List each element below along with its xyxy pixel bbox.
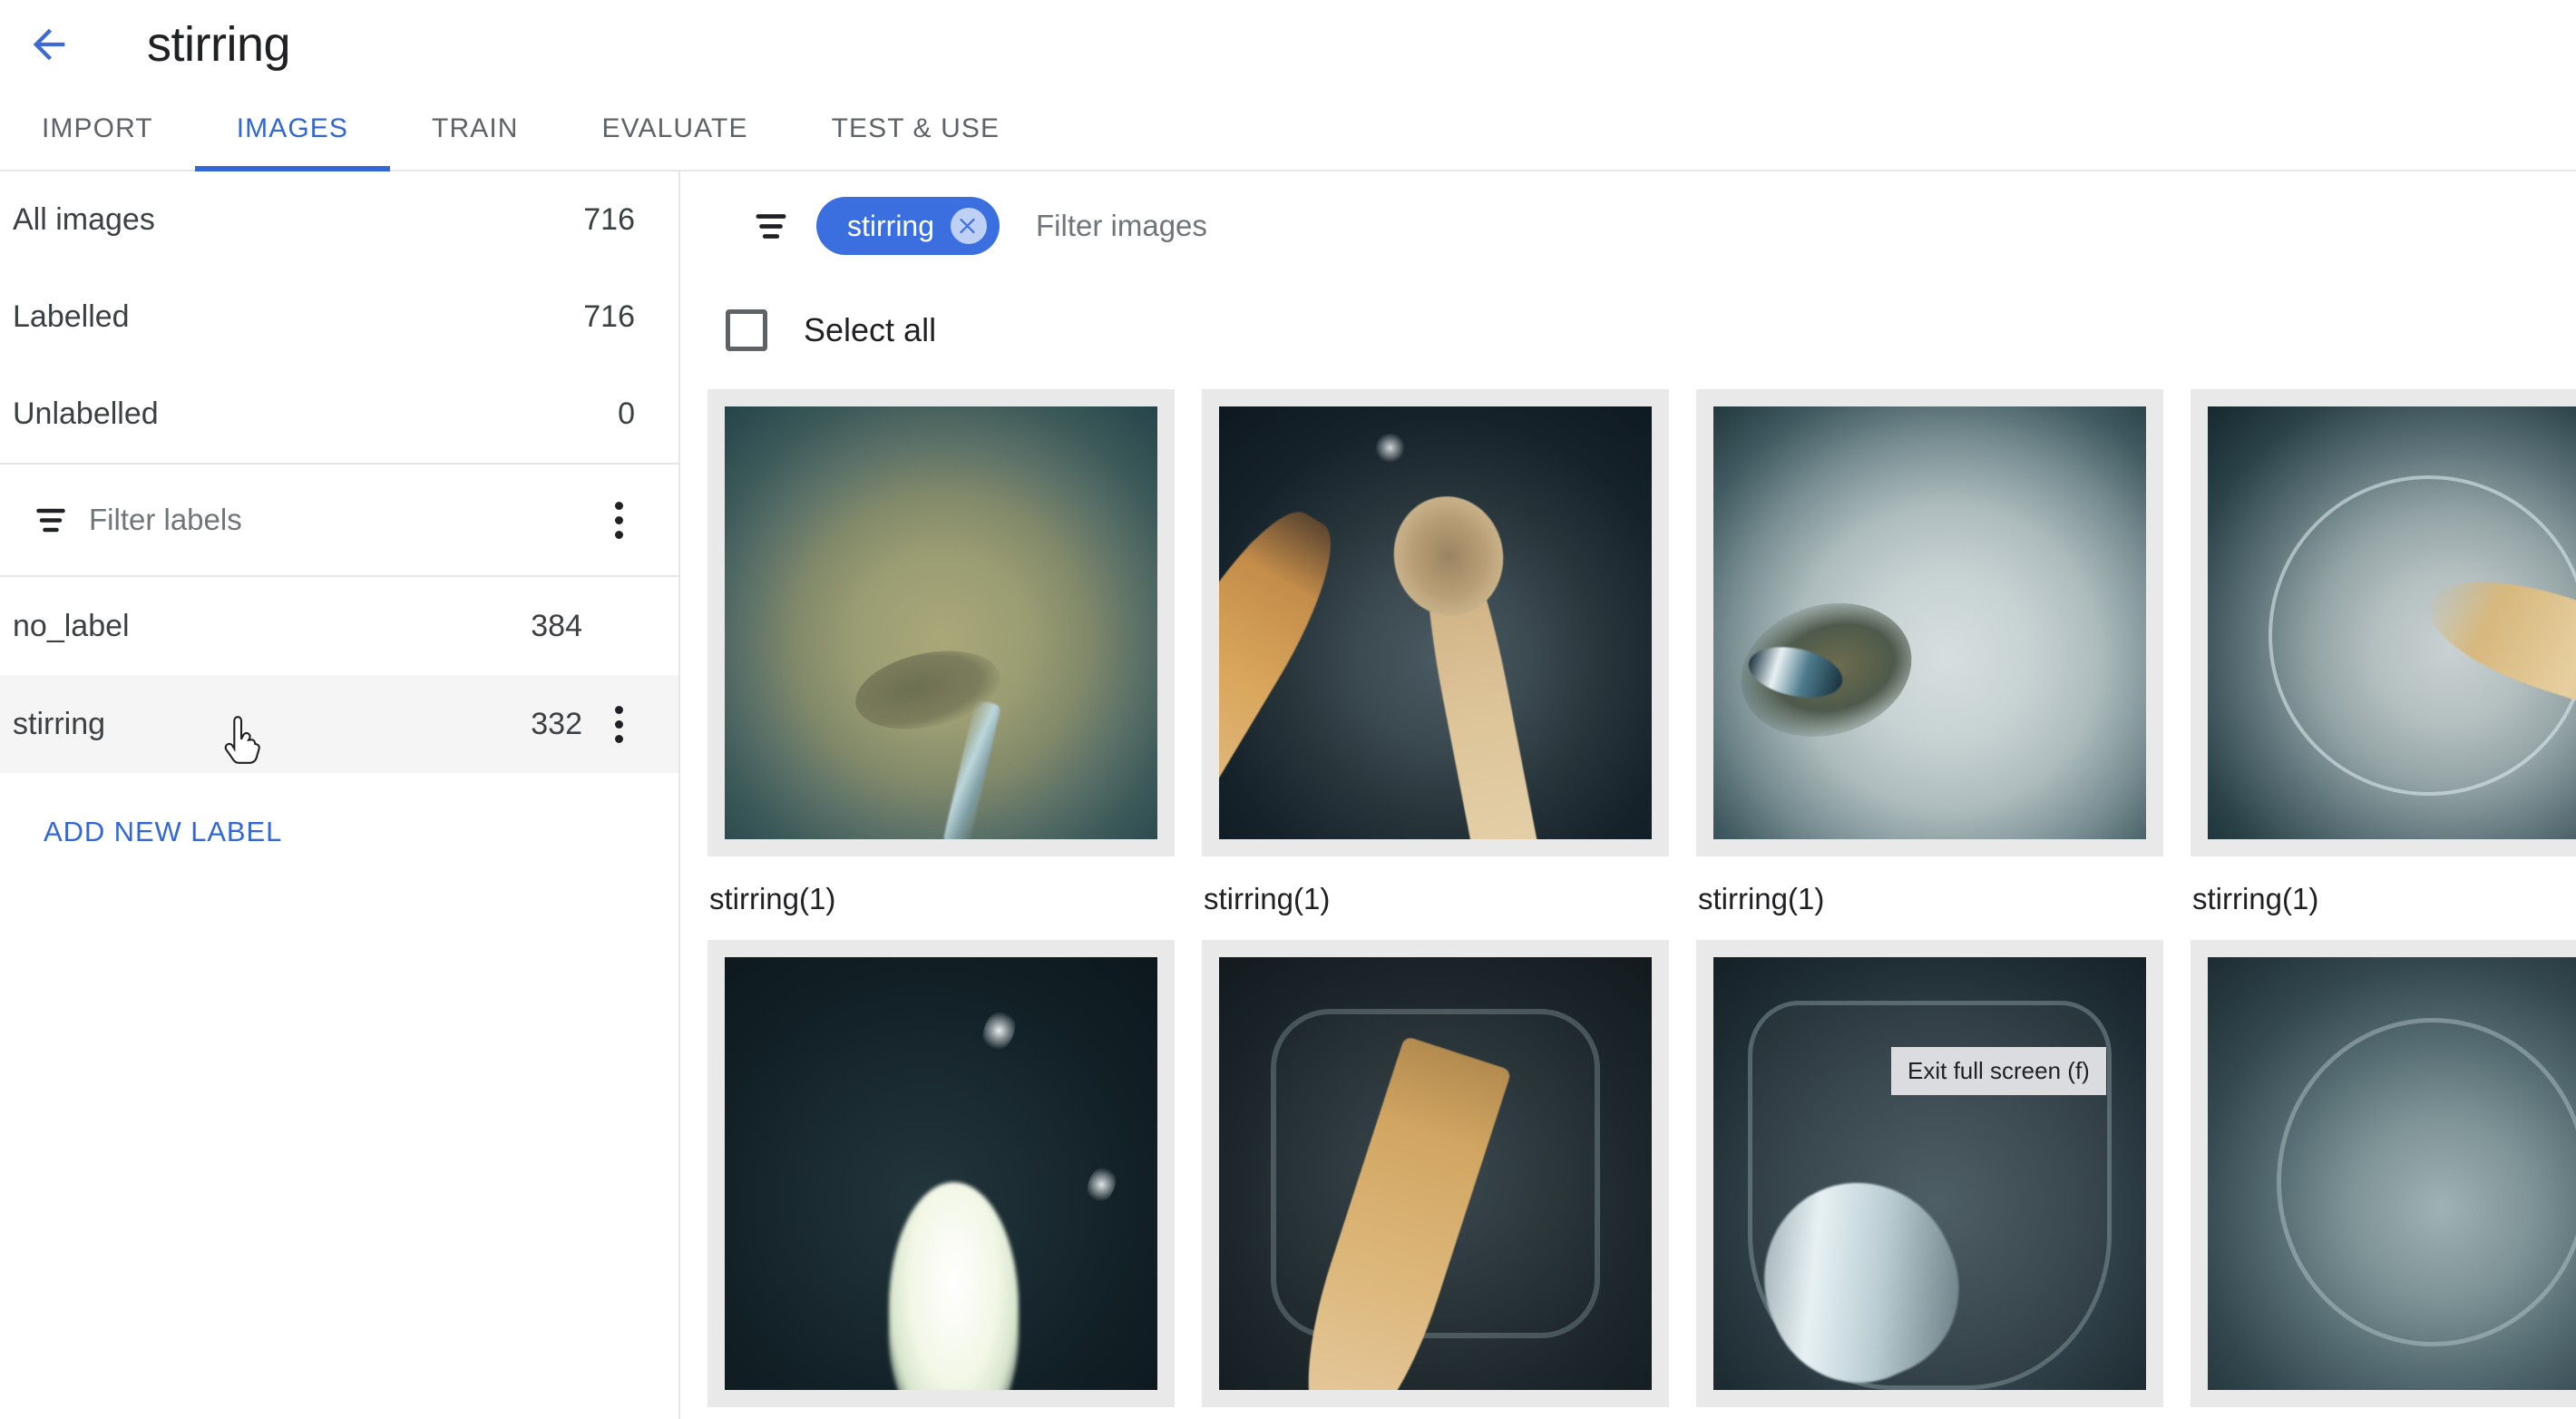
tab-images[interactable]: IMAGES [194,88,391,171]
image-thumbnail[interactable] [1202,940,1669,1407]
main-content: stirring Select all s [680,171,2576,1419]
image-thumbnail[interactable]: Exit full screen (f) [1696,940,2163,1407]
more-vert-icon [614,734,623,743]
more-vert-icon [614,530,623,539]
close-icon [960,218,975,234]
filter-chip-stirring[interactable]: stirring [816,197,1000,255]
label-row-stirring[interactable]: stirring 332 [0,675,678,773]
sidebar: All images 716 Labelled 716 Unlabelled 0 [0,171,680,1419]
filter-icon [756,214,786,239]
filter-chip-remove-button[interactable] [951,208,988,244]
sidebar-item-label: Unlabelled [13,396,159,431]
sidebar-item-label: All images [13,202,155,237]
sidebar-item-unlabelled[interactable]: Unlabelled 0 [0,366,678,463]
app-header: stirring [0,0,2576,88]
thumbnail-photo [1713,957,2146,1390]
more-vert-icon [614,719,623,729]
thumbnail-photo [725,406,1157,839]
page-title: stirring [147,16,291,72]
image-cell: Exit full screen (f) [1696,940,2163,1407]
thumbnail-photo [1219,406,1652,839]
image-thumbnail[interactable] [2191,389,2576,856]
image-thumbnail[interactable] [707,389,1175,856]
thumbnail-image [725,406,1157,839]
image-grid: stirring(1) stirring(1) stirring(1) stir… [680,380,2576,1407]
thumbnail-photo [1713,406,2146,839]
sidebar-item-count: 716 [583,299,635,334]
thumbnail-photo [2208,957,2576,1390]
filter-icon [36,508,65,533]
image-thumbnail[interactable] [2191,940,2576,1407]
thumbnail-image [1219,406,1652,839]
body-split: All images 716 Labelled 716 Unlabelled 0 [0,171,2576,1419]
label-count: 384 [531,608,582,643]
back-arrow-icon [33,28,65,60]
thumbnail-caption: stirring(1) [709,882,836,915]
tab-train[interactable]: TRAIN [390,88,561,170]
thumbnail-image [1713,957,2146,1390]
thumbnail-image [1219,957,1652,1390]
tab-import[interactable]: IMPORT [0,88,195,170]
tab-evaluate[interactable]: EVALUATE [561,88,790,170]
select-all-checkbox[interactable] [726,309,767,351]
tab-label: TEST & USE [831,113,1000,143]
label-count: 332 [531,706,582,741]
more-vert-icon [614,705,623,714]
thumbnail-image [2208,957,2576,1390]
image-cell: stirring(1) [707,389,1175,940]
image-cell: stirring(1) [1696,389,2163,940]
add-new-label-text: ADD NEW LABEL [44,816,283,847]
more-vert-icon [614,501,623,510]
label-name: stirring [13,706,106,741]
label-name: no_label [13,608,130,643]
thumbnail-image [725,957,1157,1390]
label-row-no-label[interactable]: no_label 384 [0,577,678,675]
add-new-label-button[interactable]: ADD NEW LABEL [0,773,678,891]
more-vert-icon [614,515,623,524]
filter-labels-icon-button[interactable] [13,501,89,539]
thumbnail-photo [1219,957,1652,1390]
thumbnail-image [2208,406,2576,839]
image-cell: stirring(1) [1202,389,1669,940]
select-all-row: Select all [680,280,2576,380]
tab-bar: IMPORT IMAGES TRAIN EVALUATE TEST & USE [0,88,2576,171]
image-thumbnail[interactable] [1202,389,1669,856]
sidebar-item-count: 716 [583,202,635,237]
thumbnail-image [1713,406,2146,839]
tab-label: TRAIN [432,113,519,143]
filter-chip-label: stirring [847,209,935,242]
sidebar-item-count: 0 [618,396,635,431]
filter-labels-menu-button[interactable] [593,488,644,552]
filter-images-bar: stirring [680,171,2576,280]
filter-labels-input[interactable] [89,503,593,537]
filter-labels-row [0,465,678,575]
filter-images-icon-button[interactable] [726,206,816,246]
image-cell [1202,940,1669,1407]
sidebar-item-all-images[interactable]: All images 716 [0,171,678,269]
thumbnail-caption: stirring(1) [1204,882,1331,915]
sidebar-item-label: Labelled [13,299,130,334]
image-thumbnail[interactable] [1696,389,2163,856]
thumbnail-photo [725,957,1157,1390]
back-button[interactable] [20,15,78,73]
image-cell: stirring(1) [2191,389,2576,940]
label-menu-button[interactable] [593,692,644,756]
tab-label: IMAGES [236,113,349,143]
image-cell [2191,940,2576,1407]
tab-label: IMPORT [42,113,153,143]
tab-test-and-use[interactable]: TEST & USE [790,88,1042,170]
image-cell [707,940,1175,1407]
image-thumbnail[interactable] [707,940,1175,1407]
thumbnail-photo [2208,406,2576,839]
filter-images-input[interactable] [1036,209,2576,243]
thumbnail-caption: stirring(1) [1698,882,1825,915]
tab-label: EVALUATE [601,113,748,143]
sidebar-item-labelled[interactable]: Labelled 716 [0,269,678,366]
select-all-label: Select all [804,311,937,348]
thumbnail-caption: stirring(1) [2192,882,2319,915]
